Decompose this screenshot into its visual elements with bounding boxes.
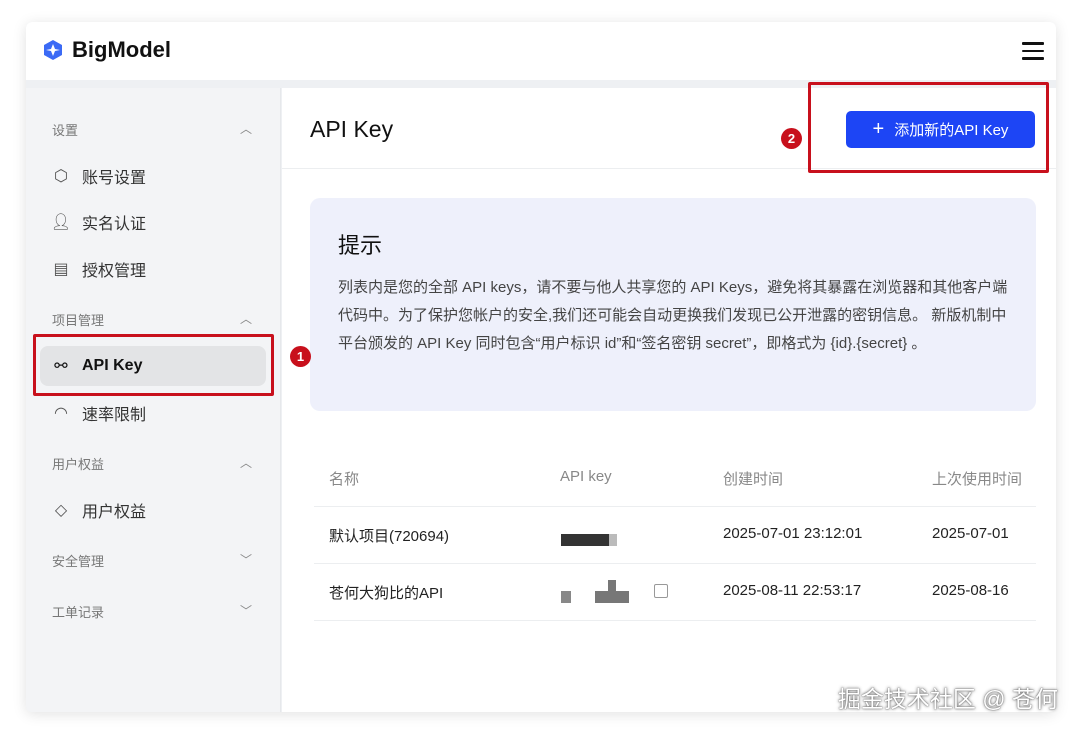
column-header-api-key: API key [560, 468, 612, 485]
gauge-icon: ◠ [50, 402, 72, 424]
section-label: 安全管理 [52, 554, 104, 569]
chevron-up-icon: ︿ [240, 310, 252, 327]
nav-label: 授权管理 [82, 257, 146, 281]
watermark: 掘金技术社区 @ 苍何 [838, 680, 1058, 714]
row-created: 2025-07-01 23:12:01 [723, 525, 862, 542]
nav-label: 账号设置 [82, 164, 146, 188]
section-settings[interactable]: 设置 ︿ [52, 120, 252, 139]
section-label: 设置 [52, 123, 78, 138]
row-created: 2025-08-11 22:53:17 [723, 582, 861, 599]
section-user-benefits[interactable]: 用户权益 ︿ [52, 454, 252, 473]
annotation-box-api-key-nav [33, 334, 274, 396]
nav-label: 用户权益 [82, 498, 146, 522]
tip-text: 列表内是您的全部 API keys，请不要与他人共享您的 API Keys，避免… [338, 274, 1008, 358]
section-projects[interactable]: 项目管理 ︿ [52, 310, 252, 329]
row-divider [314, 506, 1036, 507]
hexagon-settings-icon: ⬡ [50, 165, 72, 187]
top-header: BigModel [26, 22, 1056, 80]
nav-label: 实名认证 [82, 210, 146, 234]
row-divider [314, 563, 1036, 564]
annotation-marker-1: 1 [290, 346, 311, 367]
section-label: 项目管理 [52, 313, 104, 328]
section-label: 工单记录 [52, 605, 104, 620]
annotation-box-add-button [808, 82, 1049, 173]
hamburger-menu-icon[interactable] [1022, 42, 1044, 65]
tip-box: 提示 列表内是您的全部 API keys，请不要与他人共享您的 API Keys… [310, 198, 1036, 411]
document-user-icon: ▤ [50, 258, 72, 280]
bigmodel-logo-icon [42, 39, 64, 61]
chevron-up-icon: ︿ [240, 120, 252, 137]
row-last-used: 2025-08-16 [932, 582, 1009, 599]
sidebar: 设置︿ ⬡账号设置 👤︎实名认证 ▤授权管理 项目管理︿ ⚯API Key ◠速… [26, 88, 281, 712]
sidebar-item-real-name[interactable]: 👤︎ 实名认证 [50, 210, 146, 234]
chevron-down-icon: ﹀ [240, 602, 252, 619]
sidebar-item-account-settings[interactable]: ⬡ 账号设置 [50, 164, 146, 188]
page-title: API Key [310, 116, 393, 143]
column-header-name: 名称 [329, 468, 359, 489]
nav-label: 速率限制 [82, 401, 146, 425]
brand-logo[interactable]: BigModel [42, 37, 171, 63]
section-tickets[interactable]: 工单记录 ﹀ [52, 602, 252, 621]
tip-title: 提示 [338, 228, 1008, 260]
section-label: 用户权益 [52, 457, 104, 472]
copy-icon[interactable] [654, 584, 668, 598]
sidebar-item-rate-limit[interactable]: ◠ 速率限制 [50, 401, 146, 425]
annotation-marker-2: 2 [781, 128, 802, 149]
column-header-created: 创建时间 [723, 468, 783, 489]
row-last-used: 2025-07-01 [932, 525, 1009, 542]
row-name: 苍何大狗比的API [329, 582, 443, 603]
column-header-last-used: 上次使用时间 [932, 468, 1022, 489]
row-name: 默认项目(720694) [329, 525, 449, 546]
section-security[interactable]: 安全管理 ﹀ [52, 551, 252, 570]
row-divider [314, 620, 1036, 621]
tag-icon: ◇ [50, 499, 72, 521]
main-content: API Key +添加新的API Key 提示 列表内是您的全部 API key… [282, 88, 1056, 712]
chevron-down-icon: ﹀ [240, 551, 252, 568]
user-check-icon: 👤︎ [50, 211, 72, 233]
sidebar-item-authorization[interactable]: ▤ 授权管理 [50, 257, 146, 281]
chevron-up-icon: ︿ [240, 454, 252, 471]
brand-name: BigModel [72, 37, 171, 63]
sidebar-item-user-benefits[interactable]: ◇ 用户权益 [50, 498, 146, 522]
